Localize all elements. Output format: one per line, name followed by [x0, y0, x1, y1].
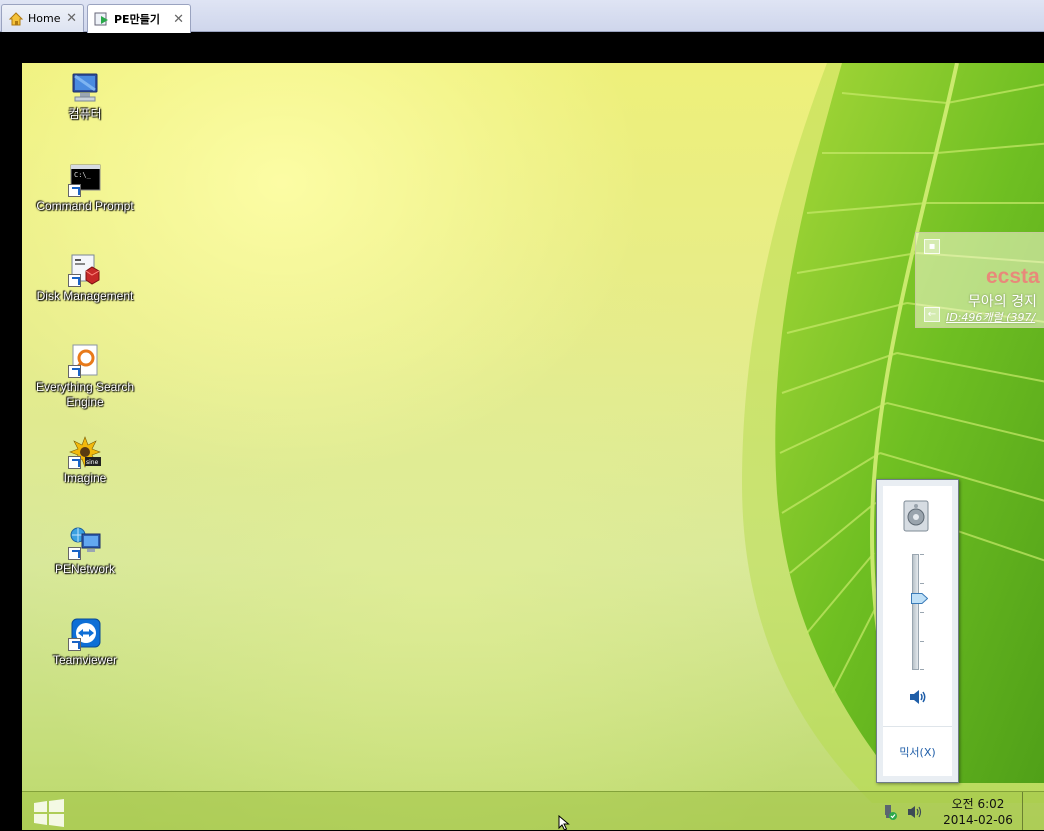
- shortcut-arrow-icon: [68, 365, 81, 378]
- teamviewer-icon: [68, 617, 102, 651]
- system-tray: [882, 802, 932, 822]
- tab-pe-maker-close-icon[interactable]: ✕: [173, 12, 184, 27]
- gadget-subtitle: 무아의 경지: [968, 294, 1037, 310]
- volume-slider-thumb[interactable]: [911, 589, 929, 605]
- shortcut-arrow-icon: [68, 547, 81, 560]
- speaker-device-icon[interactable]: [901, 500, 931, 532]
- shortcut-arrow-icon: [68, 274, 81, 287]
- tab-home-close-icon[interactable]: ✕: [66, 11, 77, 26]
- desktop-icon-penetwork[interactable]: PENetwork: [30, 526, 140, 577]
- show-desktop-button[interactable]: [1022, 792, 1044, 830]
- command-prompt-icon: C:\_: [68, 163, 102, 197]
- disk-management-icon: [68, 253, 102, 287]
- clock-time: 오전 6:02: [951, 797, 1005, 811]
- tab-pe-maker-label: PE만들기: [114, 13, 160, 26]
- shortcut-arrow-icon: [68, 456, 81, 469]
- desktop-gadget[interactable]: ▪ ← ecsta 무아의 경지 ID:496캐럴 (397/: [915, 232, 1044, 328]
- volume-tray-icon: [908, 806, 922, 818]
- shortcut-arrow-icon: [68, 638, 81, 651]
- taskbar: 오전 6:02 2014-02-06: [22, 791, 1044, 830]
- network-icon: [68, 526, 102, 560]
- desktop-icon-disk-management[interactable]: Disk Management: [30, 253, 140, 304]
- gadget-back-icon[interactable]: ←: [924, 307, 940, 322]
- desktop-icon-label: Teamviewer: [52, 653, 118, 667]
- volume-tick: [920, 554, 924, 555]
- network-status-icon: [885, 805, 897, 820]
- computer-icon: [68, 71, 102, 105]
- desktop-icon-label: Everything Search Engine: [35, 380, 135, 409]
- volume-slider[interactable]: [906, 554, 929, 670]
- desktop-icon-computer[interactable]: 컴퓨터: [30, 71, 140, 122]
- volume-tick: [920, 641, 924, 642]
- gadget-title: ecsta: [986, 265, 1040, 288]
- volume-slider-rail: [912, 554, 919, 670]
- desktop-icon-label: PENetwork: [54, 562, 116, 576]
- desktop-icon-everything-search[interactable]: Everything Search Engine: [30, 344, 140, 410]
- volume-tick: [920, 583, 924, 584]
- host-tab-bar: Home ✕ PE만들기 ✕: [0, 0, 1044, 33]
- desktop-icon-label: Imagine: [63, 471, 107, 485]
- shortcut-arrow-icon: [68, 184, 81, 197]
- gadget-id-link[interactable]: ID:496캐럴 (397/: [946, 309, 1035, 325]
- windows-logo-icon: [34, 799, 64, 827]
- vm-play-icon: [94, 11, 110, 27]
- mixer-link[interactable]: 믹서(X): [883, 744, 952, 760]
- desktop-icon-imagine[interactable]: sine Imagine: [30, 435, 140, 486]
- svg-text:sine: sine: [86, 459, 99, 466]
- volume-popup: 믹서(X): [876, 479, 959, 783]
- volume-tick: [920, 669, 924, 670]
- volume-panel: 믹서(X): [883, 486, 952, 776]
- start-button[interactable]: [32, 798, 66, 828]
- tab-pe-maker[interactable]: PE만들기 ✕: [87, 4, 191, 33]
- tab-home-label: Home: [28, 12, 61, 25]
- svg-text:C:\_: C:\_: [74, 171, 92, 179]
- desktop-icon-label: Command Prompt: [36, 199, 134, 213]
- desktop-icon-command-prompt[interactable]: C:\_ Command Prompt: [30, 163, 140, 214]
- taskbar-clock[interactable]: 오전 6:02 2014-02-06: [940, 796, 1016, 828]
- everything-search-icon: [68, 344, 102, 378]
- tab-home[interactable]: Home ✕: [1, 4, 84, 32]
- mouse-cursor-icon: [558, 815, 570, 831]
- volume-tick: [920, 612, 924, 613]
- clock-date: 2014-02-06: [943, 813, 1013, 827]
- desktop-icon-teamviewer[interactable]: Teamviewer: [30, 617, 140, 668]
- vm-desktop[interactable]: 컴퓨터 C:\_ Command Prompt Disk Management …: [22, 63, 1044, 830]
- desktop-icon-label: Disk Management: [36, 289, 134, 303]
- imagine-icon: sine: [68, 435, 102, 469]
- mute-speaker-icon[interactable]: [908, 688, 928, 706]
- volume-separator: [883, 726, 952, 727]
- desktop-icon-label: 컴퓨터: [68, 107, 102, 121]
- home-icon: [8, 11, 24, 27]
- gadget-signal-icon[interactable]: ▪: [924, 239, 940, 254]
